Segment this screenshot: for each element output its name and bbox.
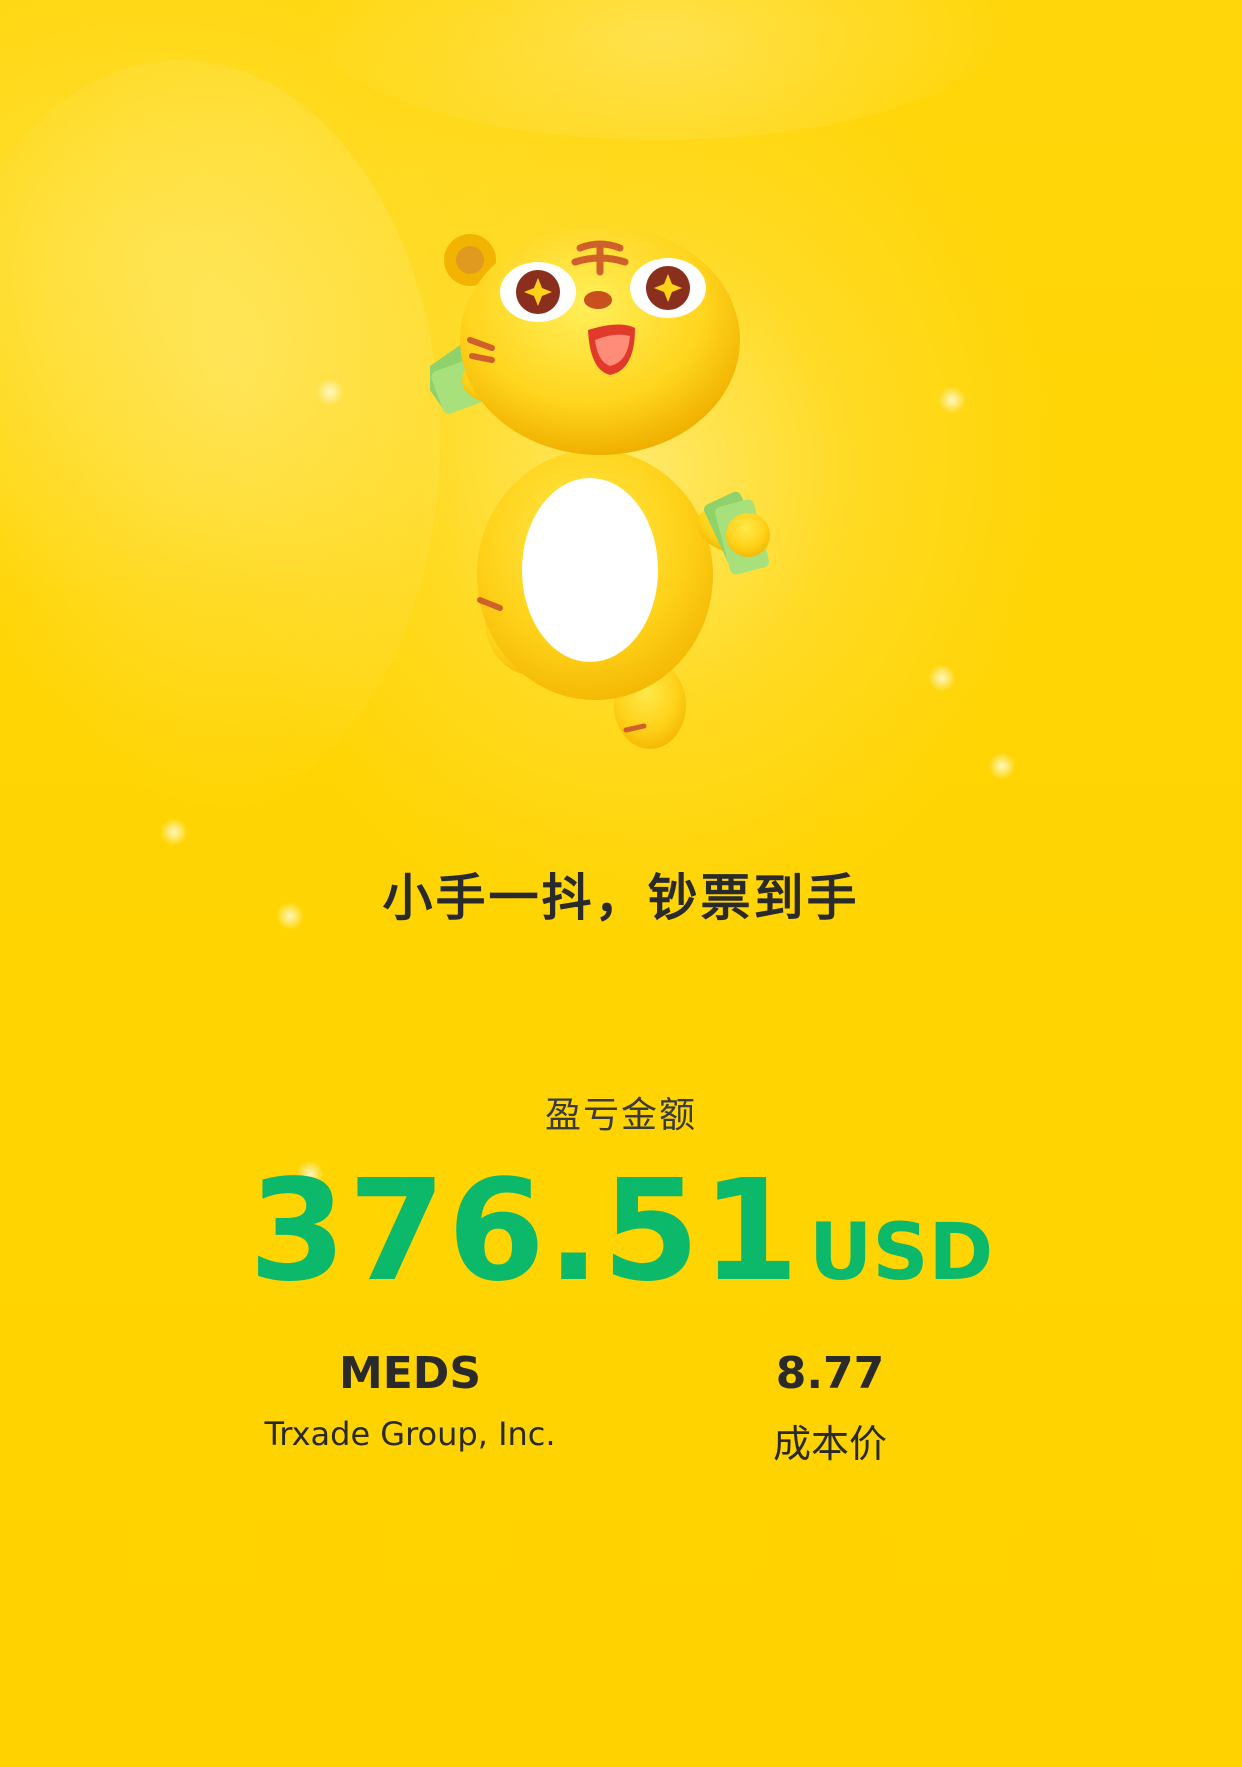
sparkle-icon [928,664,956,692]
background-swirl-top [300,0,1020,140]
pnl-amount: 376.51 USD [0,1150,1242,1313]
cost-label: 成本价 [772,1422,887,1466]
sparkle-icon [160,818,188,846]
sparkle-icon [938,386,966,414]
stock-name: Trxade Group, Inc. [264,1415,556,1453]
pnl-currency: USD [808,1208,994,1298]
sparkle-icon [988,752,1016,780]
pnl-value: 376.51 [248,1150,801,1313]
slogan-text: 小手一抖，钞票到手 [382,869,860,927]
share-card: 小手一抖，钞票到手 盈亏金额 376.51 USD MEDS Trxade Gro… [0,0,1242,1767]
stock-symbol: MEDS [338,1348,482,1399]
background-swirl [0,60,440,820]
stock-info: MEDS Trxade Group, Inc. [240,1348,580,1453]
sparkle-icon [316,378,344,406]
cost-value: 8.77 [775,1348,885,1399]
tiger-mascot-holding-cash-icon [430,230,850,750]
pnl-label: 盈亏金额 [544,1095,697,1136]
cost-info: 8.77 成本价 [720,1348,940,1468]
